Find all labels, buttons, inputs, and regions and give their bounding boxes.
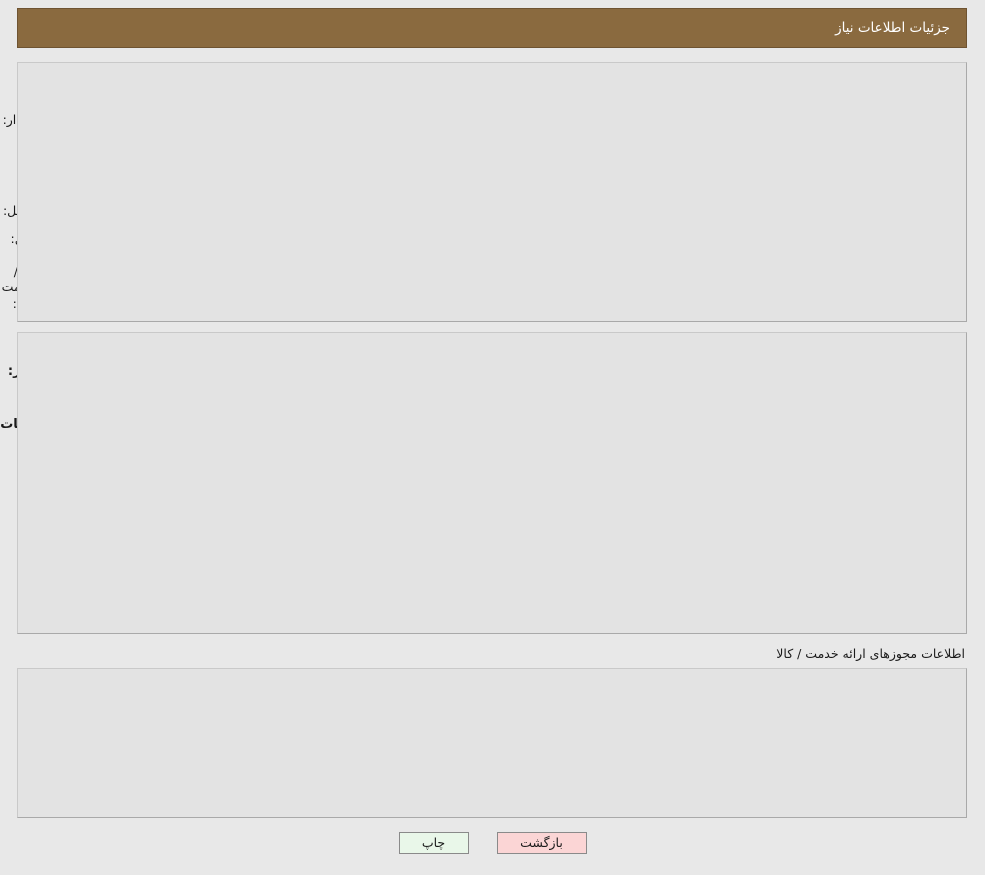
back-button[interactable]: بازگشت [496, 832, 587, 854]
need-summary-panel [17, 62, 967, 322]
permits-caption: اطلاعات مجوزهای ارائه خدمت / کالا [776, 646, 965, 661]
footer-actions: بازگشت چاپ [0, 832, 985, 854]
print-button[interactable]: چاپ [398, 832, 469, 854]
need-details-panel [17, 332, 967, 634]
page-title: جزئیات اطلاعات نیاز [835, 20, 950, 36]
page-title-bar: جزئیات اطلاعات نیاز [17, 8, 967, 48]
page-root: AriaTender.net جزئیات اطلاعات نیاز شماره… [0, 0, 985, 875]
permits-panel [17, 668, 967, 818]
